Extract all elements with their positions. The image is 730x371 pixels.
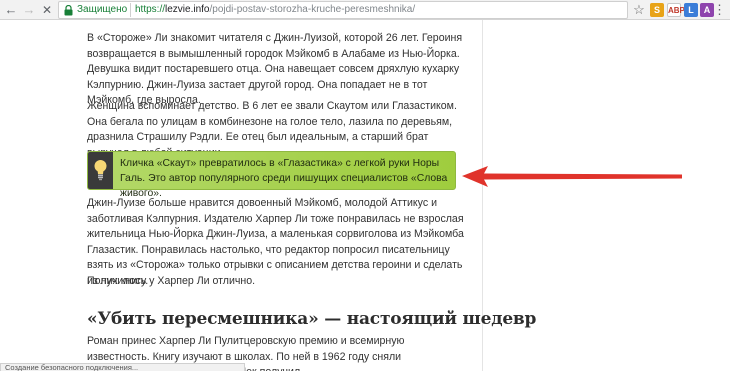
callout-text: Кличка «Скаут» превратилось в «Глазастик… (120, 158, 448, 199)
forward-arrow-icon[interactable]: → (20, 1, 38, 19)
browser-menu-icon[interactable]: ⋮ (713, 2, 726, 18)
url-text[interactable]: https://lezvie.info/pojdi-postav-storozh… (135, 4, 415, 15)
address-bar[interactable]: Защищено https://lezvie.info/pojdi-posta… (58, 1, 628, 19)
extension-icon[interactable]: A (700, 3, 714, 17)
url-divider (130, 3, 131, 17)
bookmark-star-icon[interactable]: ☆ (632, 3, 646, 17)
lightbulb-icon (94, 160, 107, 181)
adblock-extension-icon[interactable]: ABP (667, 3, 685, 17)
red-arrow-annotation (462, 166, 682, 187)
section-heading: «Убить пересмешника» — настоящий шедевр (87, 309, 537, 329)
secure-label: Защищено (77, 4, 128, 15)
status-bar: Создание безопасного подключения... (0, 363, 245, 371)
tip-callout: Кличка «Скаут» превратилось в «Глазастик… (87, 151, 456, 199)
url-host: lezvie.info (165, 4, 210, 15)
extension-icon[interactable]: S (650, 3, 664, 17)
extension-icon[interactable]: L (684, 3, 698, 17)
url-scheme: https:// (135, 4, 166, 15)
stop-loading-icon[interactable]: ✕ (38, 1, 56, 19)
callout-icon-box (88, 152, 113, 189)
status-text: Создание безопасного подключения... (5, 363, 139, 371)
back-arrow-icon[interactable]: ← (2, 1, 20, 19)
paragraph: В «Стороже» Ли знакомит читателя с Джин-… (87, 32, 463, 106)
url-path: /pojdi-postav-storozha-kruche-peresmeshn… (209, 4, 416, 15)
browser-toolbar: ← → ✕ Защищено https://lezvie.info/pojdi… (0, 0, 730, 20)
lock-icon (64, 5, 73, 16)
paragraph: Получилось у Харпер Ли отлично. (87, 275, 256, 287)
